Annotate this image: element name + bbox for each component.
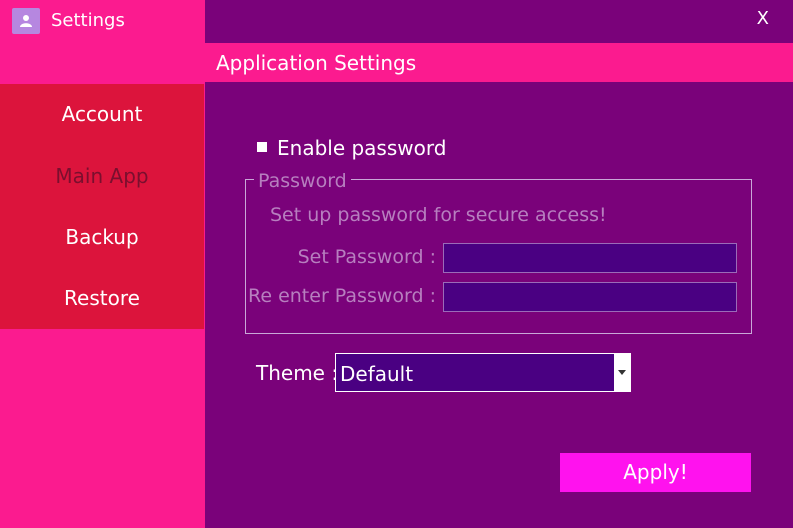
page-title: Application Settings [216, 51, 417, 75]
set-password-field[interactable] [443, 243, 737, 273]
user-icon [12, 8, 40, 34]
theme-select[interactable]: Default [335, 353, 631, 392]
main-panel: X Application Settings Enable password P… [205, 0, 793, 528]
password-group-title: Password [254, 170, 351, 192]
close-button[interactable]: X [757, 8, 769, 29]
password-description: Set up password for secure access! [270, 204, 607, 226]
password-group: Password Set up password for secure acce… [245, 170, 752, 334]
dropdown-arrow-icon[interactable] [614, 354, 630, 391]
set-password-label: Set Password : [297, 246, 436, 268]
sidebar-item-main-app[interactable]: Main App [0, 146, 204, 207]
enable-password-label[interactable]: Enable password [277, 136, 446, 160]
reenter-password-field[interactable] [443, 282, 737, 312]
header-bar: Application Settings [205, 43, 793, 82]
apply-button[interactable]: Apply! [560, 453, 751, 492]
sidebar-item-account[interactable]: Account [0, 84, 204, 145]
sidebar-nav: Account Main App Backup Restore [0, 84, 204, 329]
sidebar-item-backup[interactable]: Backup [0, 207, 204, 268]
theme-selected-value: Default [340, 362, 414, 386]
enable-password-checkbox[interactable] [257, 142, 267, 152]
title-bar: Settings [0, 0, 205, 44]
left-panel: Settings Account Main App Backup Restore [0, 0, 205, 528]
theme-label: Theme : [256, 361, 339, 385]
window-title: Settings [51, 10, 125, 31]
sidebar-item-restore[interactable]: Restore [0, 268, 204, 329]
reenter-password-label: Re enter Password : [248, 285, 436, 307]
